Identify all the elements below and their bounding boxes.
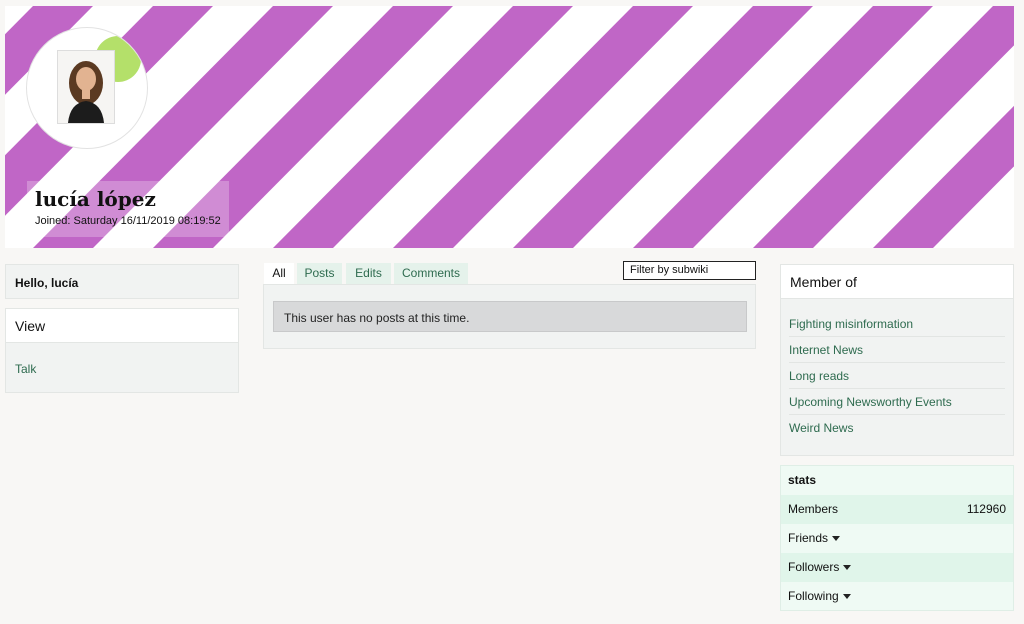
avatar-photo <box>57 50 115 124</box>
posts-panel: This user has no posts at this time. <box>263 284 756 349</box>
view-panel-header: View <box>6 309 238 343</box>
talk-link[interactable]: Talk <box>15 362 36 376</box>
greeting-panel: Hello, lucía <box>5 264 239 299</box>
tab-posts[interactable]: Posts <box>297 263 342 284</box>
members-label: Members <box>788 502 839 516</box>
member-of-list: Fighting misinformation Internet News Lo… <box>789 311 1005 441</box>
stats-title: stats <box>788 473 817 487</box>
profile-name: lucía lópez <box>35 187 156 211</box>
following-dropdown[interactable]: Following <box>781 582 1013 611</box>
joined-date: Joined: Saturday 16/11/2019 08:19:52 <box>35 215 221 227</box>
member-of-item[interactable]: Internet News <box>789 337 1005 363</box>
view-panel: View Talk <box>5 308 239 393</box>
friends-dropdown[interactable]: Friends <box>781 524 1013 553</box>
tab-comments[interactable]: Comments <box>394 263 468 284</box>
empty-posts-notice: This user has no posts at this time. <box>273 301 747 332</box>
member-of-title: Member of <box>790 274 857 290</box>
member-of-item[interactable]: Fighting misinformation <box>789 311 1005 337</box>
caret-down-icon <box>843 565 852 571</box>
friends-label: Friends <box>788 531 829 545</box>
followers-dropdown[interactable]: Followers <box>781 553 1013 582</box>
stats-panel: stats Members 112960 Friends Followers F… <box>780 465 1014 611</box>
profile-header: lucía lópez Joined: Saturday 16/11/2019 … <box>27 181 229 237</box>
caret-down-icon <box>842 594 851 600</box>
profile-banner: lucía lópez Joined: Saturday 16/11/2019 … <box>5 6 1014 248</box>
members-count: 112960 <box>966 502 1006 516</box>
empty-posts-message: This user has no posts at this time. <box>284 311 470 325</box>
tab-all[interactable]: All <box>264 263 294 284</box>
avatar[interactable] <box>27 28 147 148</box>
caret-down-icon <box>832 536 841 542</box>
followers-label: Followers <box>788 560 840 574</box>
stats-members-row: Members 112960 <box>781 495 1013 524</box>
tab-edits[interactable]: Edits <box>346 263 391 284</box>
member-of-item[interactable]: Upcoming Newsworthy Events <box>789 389 1005 415</box>
member-of-header: Member of <box>781 265 1013 299</box>
member-of-item[interactable]: Long reads <box>789 363 1005 389</box>
member-of-panel: Member of Fighting misinformation Intern… <box>780 264 1014 456</box>
greeting-text: Hello, lucía <box>15 276 79 290</box>
view-title: View <box>15 318 46 334</box>
following-label: Following <box>788 589 839 603</box>
member-of-item[interactable]: Weird News <box>789 415 1005 441</box>
subwiki-filter-input[interactable]: Filter by subwiki <box>623 261 756 280</box>
